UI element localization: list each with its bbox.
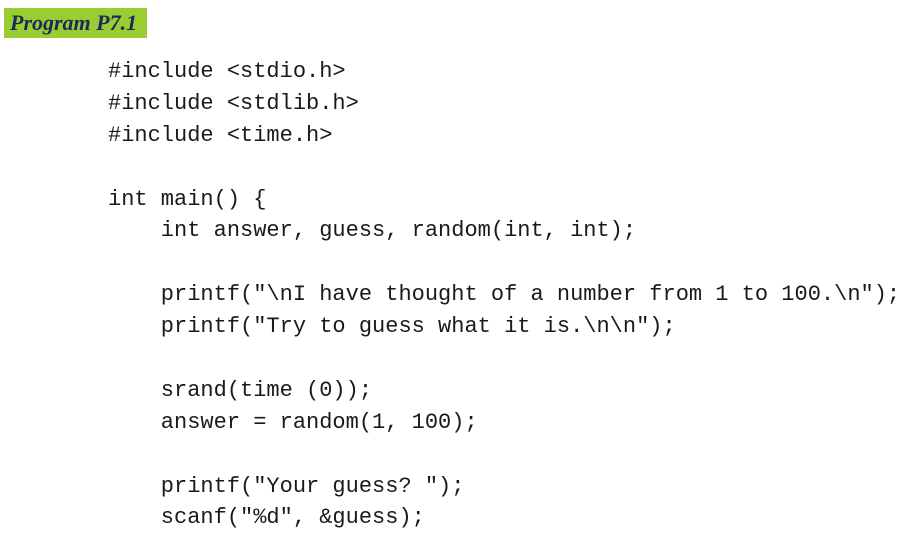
- program-label: Program P7.1: [4, 8, 147, 38]
- code-listing: #include <stdio.h> #include <stdlib.h> #…: [0, 56, 903, 534]
